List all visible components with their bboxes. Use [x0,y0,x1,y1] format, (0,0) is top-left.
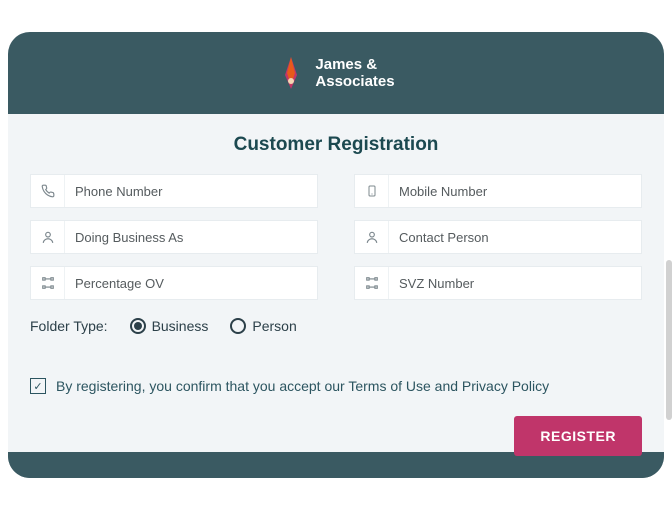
person-icon [31,221,65,253]
svz-field[interactable] [354,266,642,300]
person-icon [355,221,389,253]
code-icon [31,267,65,299]
radio-icon [230,318,246,334]
brand-name: James & Associates [315,56,394,91]
phone-icon [31,175,65,207]
code-icon [355,267,389,299]
mobile-input[interactable] [389,175,641,207]
radio-business-label: Business [152,318,209,334]
dba-field[interactable] [30,220,318,254]
dba-input[interactable] [65,221,317,253]
radio-person[interactable]: Person [230,318,296,334]
register-button[interactable]: REGISTER [514,416,642,456]
radio-icon [130,318,146,334]
percentage-field[interactable] [30,266,318,300]
mobile-field[interactable] [354,174,642,208]
consent-text: By registering, you confirm that you acc… [56,378,549,394]
percentage-input[interactable] [65,267,317,299]
phone-input[interactable] [65,175,317,207]
phone-field[interactable] [30,174,318,208]
registration-panel: Customer Registration [8,114,664,452]
contact-field[interactable] [354,220,642,254]
page-title: Customer Registration [30,134,642,156]
radio-business[interactable]: Business [130,318,209,334]
contact-input[interactable] [389,221,641,253]
mobile-icon [355,175,389,207]
consent-checkbox[interactable]: ✓ [30,378,46,394]
svz-input[interactable] [389,267,641,299]
radio-person-label: Person [252,318,296,334]
scrollbar-thumb[interactable] [666,260,672,420]
brand-logo-icon [277,55,305,91]
app-header: James & Associates [8,32,664,114]
folder-type-label: Folder Type: [30,318,108,334]
